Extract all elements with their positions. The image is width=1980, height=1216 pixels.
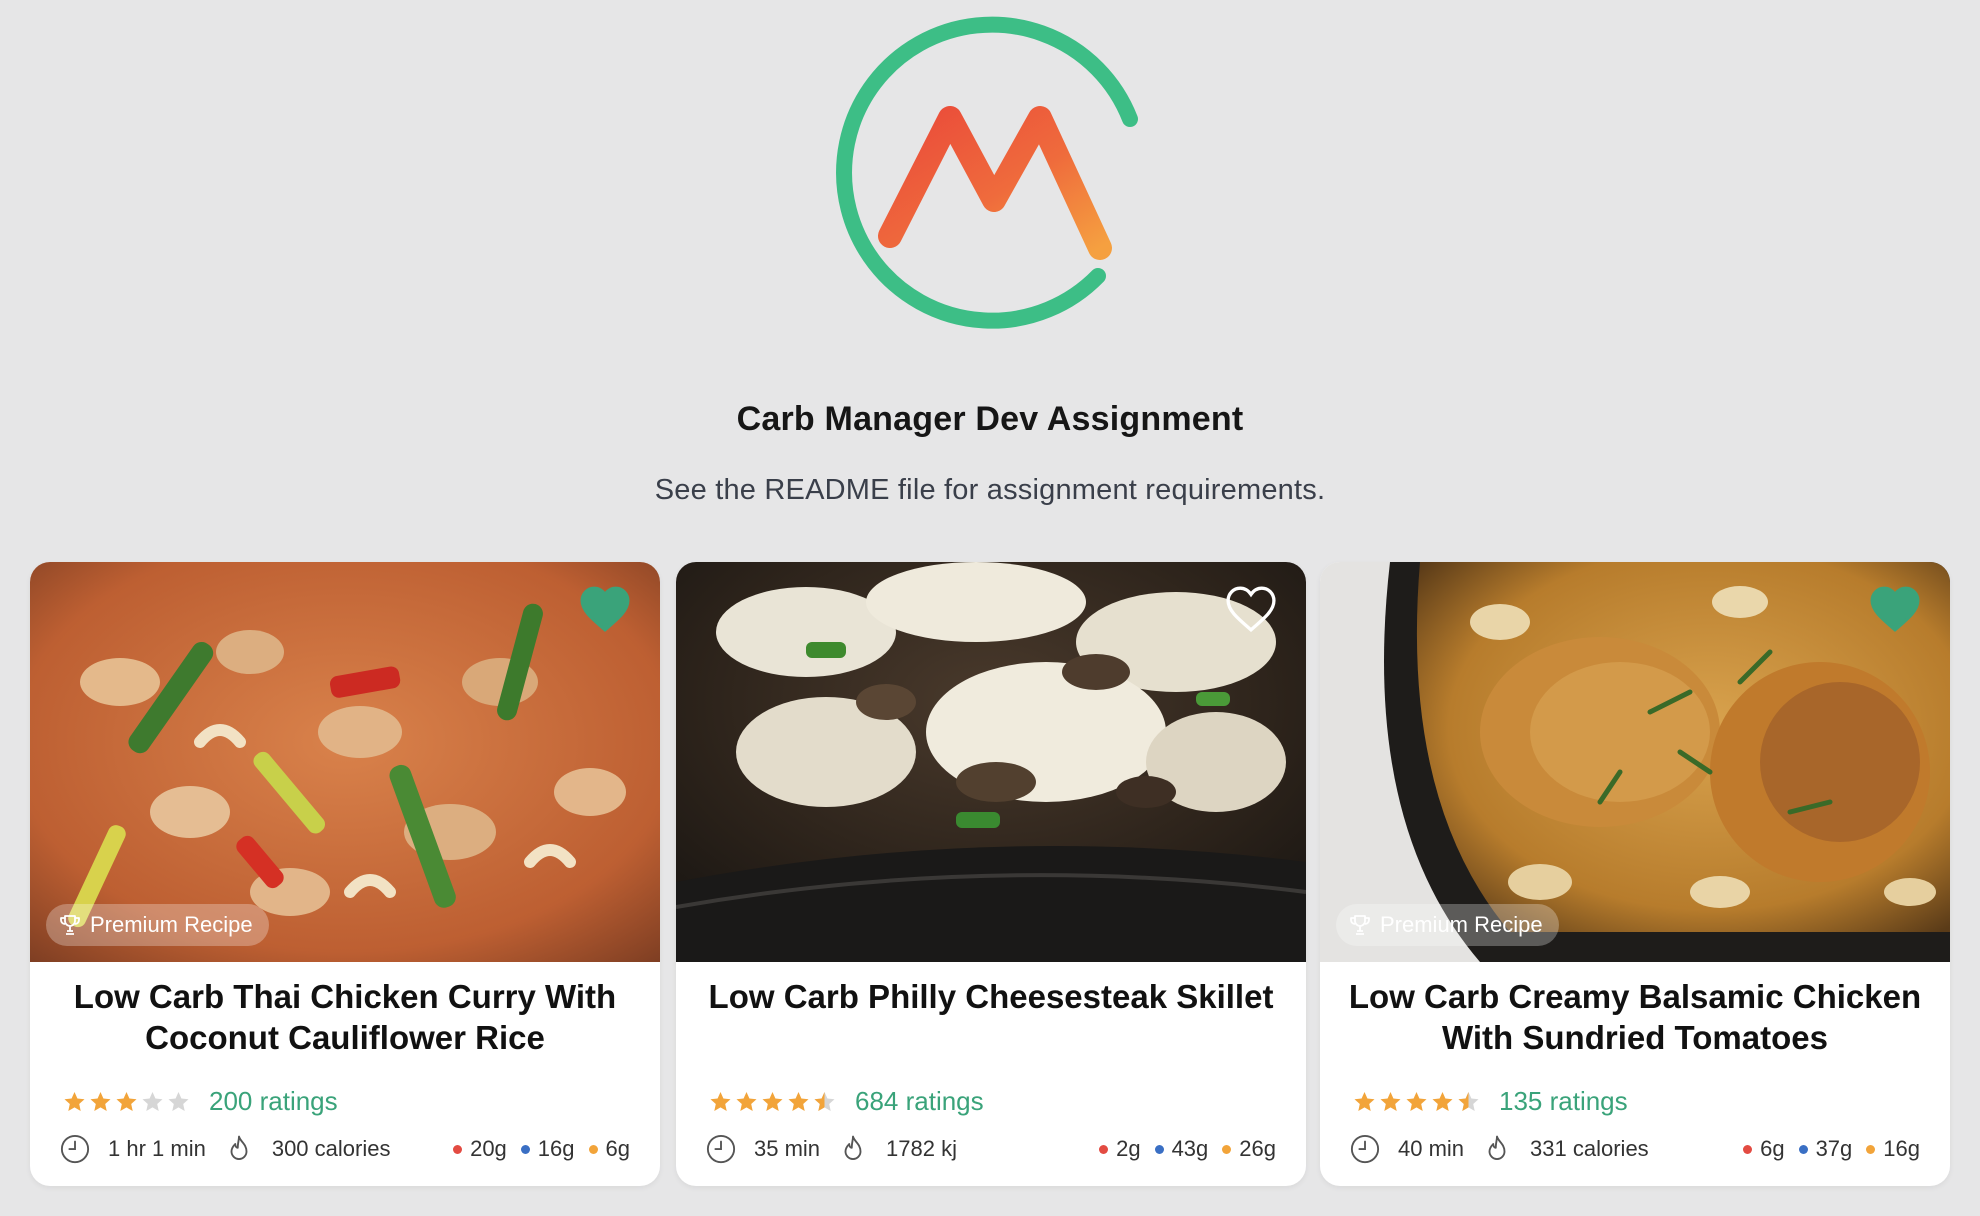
fat-value: 16g [1883,1136,1920,1161]
carbs-macro: 6g [1743,1136,1785,1162]
star-empty-icon [168,1091,189,1111]
favorite-heart-icon[interactable] [580,586,630,632]
star-full-icon [710,1091,731,1111]
fat-dot [588,1144,598,1154]
star-full-icon [64,1091,85,1111]
page: Carb Manager Dev Assignment See the READ… [0,0,1980,1216]
premium-badge: Premium Recipe [46,904,269,946]
flame-icon [844,1135,862,1160]
recipe-photo[interactable] [676,562,1306,962]
clock-icon [706,1134,736,1164]
star-full-icon [736,1091,757,1111]
protein-value: 43g [1171,1136,1209,1161]
carbs-macro: 2g [1099,1136,1141,1162]
rating-count[interactable]: 200 ratings [209,1086,338,1117]
protein-dot [1154,1144,1164,1154]
cook-time: 35 min [754,1136,821,1161]
star-full-icon [90,1091,111,1111]
recipe-title[interactable]: Low Carb Creamy Balsamic Chicken With Su… [1340,976,1930,1058]
carbs-value: 6g [1760,1136,1785,1161]
star-full-icon [1380,1091,1401,1111]
fat-value: 6g [605,1136,630,1161]
page-subtitle: See the README file for assignment requi… [654,474,1326,506]
recipe-meta: 35 min 1782 kj 2g 43g 26g [706,1134,1276,1164]
fat-dot [1222,1144,1232,1154]
carbs-macro: 20g [453,1136,507,1162]
star-empty-icon [142,1091,163,1111]
protein-value: 37g [1815,1136,1853,1161]
carbs-dot [1743,1144,1753,1154]
protein-macro: 16g [520,1136,575,1162]
star-full-icon [1354,1091,1375,1111]
recipe-card[interactable]: Low Carb Philly Cheesesteak Skillet 684 … [676,562,1306,1186]
recipe-meta: 1 hr 1 min 300 calories 20g 16g 6g [60,1134,630,1164]
favorite-heart-icon[interactable] [1870,586,1920,632]
rating-row: 200 ratings [62,1086,338,1117]
recipe-image-balsamic-chicken [1320,562,1950,962]
clock-icon [1350,1134,1380,1164]
star-full-icon [762,1091,783,1111]
rating-count[interactable]: 135 ratings [1499,1086,1628,1117]
star-rating [708,1090,837,1114]
carbs-dot [1099,1144,1109,1154]
cook-time: 1 hr 1 min [108,1136,206,1161]
premium-label: Premium Recipe [90,912,253,937]
recipe-photo[interactable]: Premium Recipe [30,562,660,962]
carb-manager-logo [836,16,1138,329]
recipe-image-cheesesteak [676,562,1306,962]
recipe-card[interactable]: Premium Recipe Low Carb Creamy Balsamic … [1320,562,1950,1186]
recipe-title[interactable]: Low Carb Philly Cheesesteak Skillet [696,976,1286,1017]
clock-icon [60,1134,90,1164]
trophy-icon [60,915,80,935]
trophy-icon [1350,915,1370,935]
star-rating [1352,1090,1481,1114]
carbs-value: 2g [1116,1136,1141,1161]
recipe-title[interactable]: Low Carb Thai Chicken Curry With Coconut… [50,976,640,1058]
star-full-icon [788,1091,809,1111]
flame-icon [230,1135,248,1160]
protein-macro: 37g [1798,1136,1853,1162]
recipe-photo[interactable]: Premium Recipe [1320,562,1950,962]
star-full-icon [1432,1091,1453,1111]
star-rating [62,1090,191,1114]
protein-value: 16g [537,1136,575,1161]
energy-value: 300 calories [271,1136,391,1161]
protein-macro: 43g [1154,1136,1209,1162]
recipe-meta: 40 min 331 calories 6g 37g 16g [1350,1134,1920,1164]
cook-time: 40 min [1398,1136,1465,1161]
star-half-icon [1458,1091,1479,1111]
star-full-icon [116,1091,137,1111]
energy-value: 331 calories [1530,1136,1649,1161]
premium-badge: Premium Recipe [1336,904,1559,946]
favorite-heart-outline-icon[interactable] [1226,586,1276,632]
premium-label: Premium Recipe [1380,912,1543,937]
fat-macro: 26g [1222,1136,1276,1162]
star-full-icon [1406,1091,1427,1111]
fat-value: 26g [1239,1136,1276,1161]
carbs-value: 20g [470,1136,507,1161]
rating-row: 135 ratings [1352,1086,1628,1117]
recipe-card[interactable]: Premium Recipe Low Carb Thai Chicken Cur… [30,562,660,1186]
flame-icon [1488,1135,1506,1160]
star-half-icon [814,1091,835,1111]
recipe-image-thai-curry [30,562,660,962]
carbs-dot [453,1144,463,1154]
rating-row: 684 ratings [708,1086,984,1117]
protein-dot [1798,1144,1808,1154]
page-title: Carb Manager Dev Assignment [736,400,1244,438]
fat-macro: 16g [1866,1136,1920,1162]
rating-count[interactable]: 684 ratings [855,1086,984,1117]
energy-value: 1782 kj [886,1136,957,1161]
fat-dot [1866,1144,1876,1154]
fat-macro: 6g [588,1136,630,1162]
protein-dot [520,1144,530,1154]
